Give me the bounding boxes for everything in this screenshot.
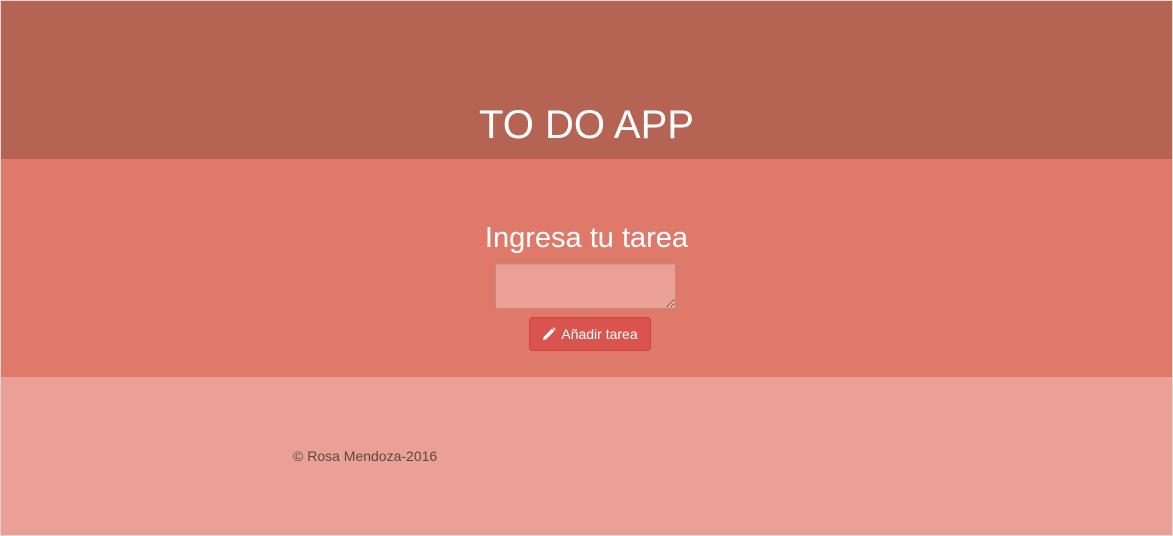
task-entry-section: Ingresa tu tarea Añadir tarea bbox=[1, 159, 1172, 377]
task-input[interactable] bbox=[495, 263, 676, 309]
app-page: TO DO APP Ingresa tu tarea Añadir tarea … bbox=[0, 0, 1173, 536]
app-title: TO DO APP bbox=[479, 103, 694, 147]
footer: © Rosa Mendoza-2016 bbox=[1, 377, 1172, 535]
pencil-icon bbox=[542, 327, 557, 341]
add-task-button[interactable]: Añadir tarea bbox=[529, 317, 651, 351]
header: TO DO APP bbox=[1, 1, 1172, 159]
copyright-text: © Rosa Mendoza-2016 bbox=[293, 448, 438, 464]
add-task-button-label: Añadir tarea bbox=[561, 326, 638, 342]
task-prompt-heading: Ingresa tu tarea bbox=[484, 222, 689, 254]
